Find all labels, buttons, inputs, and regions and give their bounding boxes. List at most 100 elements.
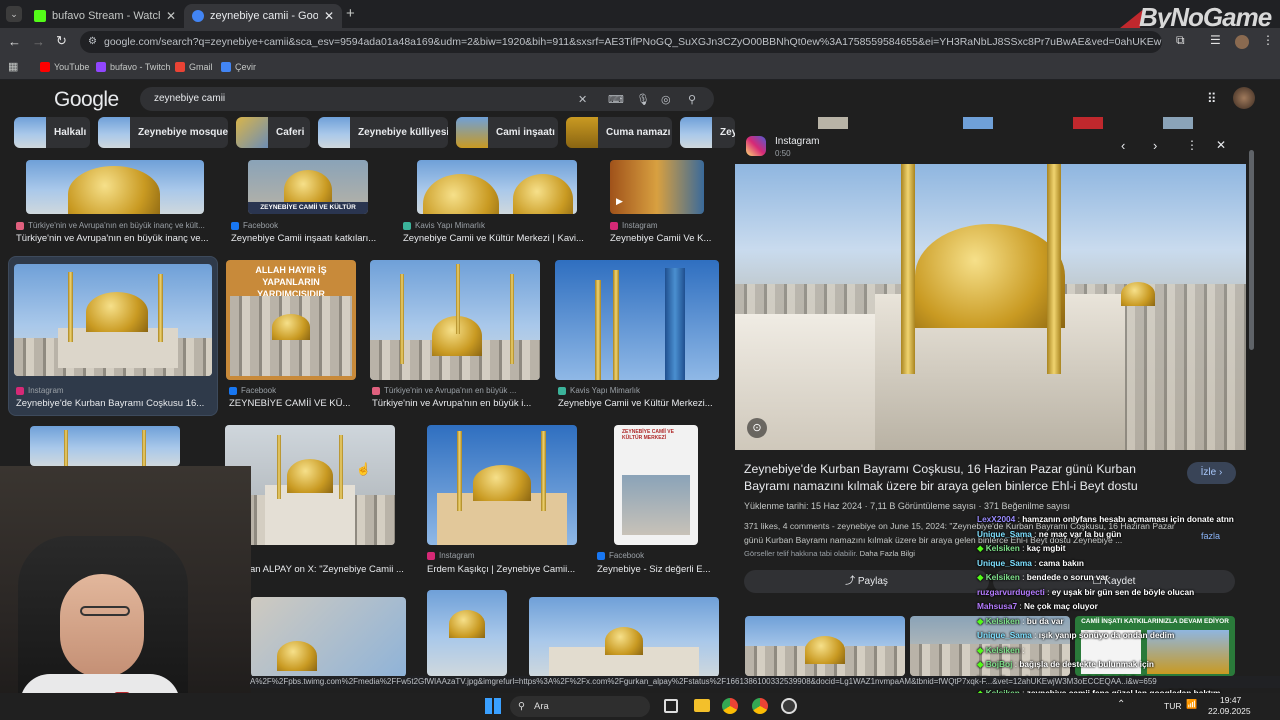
- chip-cami-insaati[interactable]: Cami inşaatı: [456, 117, 558, 148]
- chip-more[interactable]: Zey: [680, 117, 735, 148]
- lens-icon[interactable]: ◎: [661, 93, 671, 106]
- microphone-icon[interactable]: 🎙: [636, 93, 650, 106]
- panel-scrollbar[interactable]: [1249, 150, 1254, 350]
- chrome-icon[interactable]: [722, 698, 738, 714]
- chat-username[interactable]: Unique_Sama: [977, 630, 1032, 640]
- google-apps-icon[interactable]: ⠿: [1207, 91, 1217, 107]
- result-caption[interactable]: Zeynebiye'de Kurban Bayramı Coşkusu 16..…: [16, 398, 212, 409]
- result-image-15[interactable]: [529, 597, 719, 677]
- result-caption[interactable]: Zeynebiye - Siz değerli E...: [597, 564, 717, 575]
- forward-icon[interactable]: →: [32, 34, 45, 49]
- bookmark-youtube[interactable]: YouTube: [40, 62, 89, 72]
- keyboard-icon[interactable]: ⌨: [608, 93, 624, 106]
- bookmark-gmail[interactable]: Gmail: [175, 62, 213, 72]
- result-image-2[interactable]: ZEYNEBİYE CAMİİ VE KÜLTÜR MERKEZİ: [248, 160, 368, 214]
- tab-bufavo[interactable]: bufavo Stream - Watch Live on ✕: [26, 4, 184, 28]
- chat-username[interactable]: Unique_Sama: [977, 529, 1032, 539]
- wifi-icon[interactable]: 📶: [1186, 699, 1197, 710]
- account-avatar[interactable]: [1233, 87, 1255, 109]
- result-image-6[interactable]: ALLAH HAYIR İŞ YAPANLARIN YARDIMCISIDIR: [226, 260, 356, 380]
- previous-icon[interactable]: ‹: [1121, 138, 1125, 153]
- chat-username[interactable]: LexX2004: [977, 514, 1015, 524]
- close-tab-icon[interactable]: ✕: [324, 9, 334, 23]
- preview-image[interactable]: ⊙: [735, 164, 1246, 450]
- result-caption[interactable]: Erdem Kaşıkçı | Zeynebiye Camii...: [427, 564, 579, 575]
- learn-more-link[interactable]: Daha Fazla Bilgi: [860, 549, 915, 558]
- new-tab-icon[interactable]: +: [346, 5, 355, 22]
- chip-cuma-namazi[interactable]: Cuma namazı: [566, 117, 672, 148]
- result-caption[interactable]: Zeynebiye Camii inşaatı katkıları...: [231, 233, 381, 244]
- clock-time[interactable]: 19:47: [1220, 695, 1241, 705]
- media-icon[interactable]: ☰: [1210, 33, 1221, 47]
- result-caption[interactable]: Zeynebiye Camii ve Kültür Merkezi | Kavi…: [403, 233, 589, 244]
- back-icon[interactable]: ←: [8, 34, 21, 49]
- panel-source[interactable]: Instagram: [775, 136, 819, 147]
- result-image-14[interactable]: [427, 590, 507, 676]
- profile-avatar[interactable]: [1235, 35, 1249, 49]
- result-source: Instagram: [16, 386, 212, 395]
- tray-chevron-icon[interactable]: ⌃: [1117, 699, 1125, 710]
- result-image-11[interactable]: [427, 425, 577, 545]
- result-image-9[interactable]: [30, 426, 180, 466]
- more-link[interactable]: fazla: [1201, 531, 1220, 541]
- chat-username[interactable]: Kelsiken: [986, 572, 1020, 582]
- clock-date[interactable]: 22.09.2025: [1208, 706, 1251, 716]
- result-caption[interactable]: an ALPAY on X: "Zeynebiye Camii ...: [250, 564, 410, 575]
- result-image-1[interactable]: [26, 160, 204, 214]
- share-button[interactable]: ⤴ Paylaş: [744, 570, 989, 593]
- next-icon[interactable]: ›: [1153, 138, 1157, 153]
- chat-username[interactable]: Kelsiken: [986, 645, 1020, 655]
- clear-search-icon[interactable]: ✕: [578, 93, 587, 106]
- chip-caferi[interactable]: Caferi: [236, 117, 310, 148]
- close-tab-icon[interactable]: ✕: [166, 9, 176, 23]
- extensions-icon[interactable]: ⧉: [1176, 33, 1185, 48]
- close-panel-icon[interactable]: ✕: [1216, 138, 1226, 152]
- tab-google[interactable]: zeynebiye camii - Google'da Ara ✕: [184, 4, 342, 28]
- file-explorer-icon[interactable]: [694, 699, 710, 712]
- result-image-7[interactable]: [370, 260, 540, 380]
- obs-icon[interactable]: [781, 698, 797, 714]
- chat-message: ruzgarvurdugecti : ey uşak bir gün sen d…: [977, 587, 1194, 597]
- tab-search-icon[interactable]: ⌄: [6, 6, 22, 22]
- chip-halkali[interactable]: Halkalı: [14, 117, 90, 148]
- bookmark-twitch[interactable]: bufavo - Twitch: [96, 62, 170, 72]
- language-indicator[interactable]: TUR: [1164, 701, 1181, 711]
- result-image-8[interactable]: [555, 260, 719, 380]
- result-caption[interactable]: Türkiye'nin ve Avrupa'nın en büyük inanç…: [16, 233, 214, 244]
- chat-username[interactable]: Kelsiken: [986, 543, 1020, 553]
- result-image-12[interactable]: ZEYNEBİYE CAMİİ VE KÜLTÜR MERKEZİ: [614, 425, 698, 545]
- windows-start-icon[interactable]: [485, 698, 501, 714]
- result-image-13[interactable]: [251, 597, 406, 677]
- apps-icon[interactable]: ▦: [8, 60, 18, 73]
- site-info-icon[interactable]: ⚙: [88, 31, 97, 53]
- chip-zeynebiye-mosque[interactable]: Zeynebiye mosque: [98, 117, 228, 148]
- more-options-icon[interactable]: ⋮: [1186, 138, 1198, 152]
- result-image-3[interactable]: [417, 160, 577, 214]
- chat-username[interactable]: BojBoj: [986, 659, 1013, 669]
- result-caption[interactable]: ZEYNEBİYE CAMİİ VE KÜ...: [229, 398, 359, 409]
- task-view-icon[interactable]: [664, 699, 678, 713]
- lens-search-icon[interactable]: ⊙: [747, 418, 767, 438]
- search-icon[interactable]: ⚲: [688, 93, 696, 106]
- result-caption[interactable]: Zeynebiye Camii Ve K...: [610, 233, 714, 244]
- address-bar[interactable]: ⚙ google.com/search?q=zeynebiye+camii&sc…: [80, 31, 1162, 53]
- result-caption[interactable]: Zeynebiye Camii ve Kültür Merkezi...: [558, 398, 718, 409]
- chat-username[interactable]: Mahsusa7: [977, 601, 1017, 611]
- chrome-active-icon[interactable]: [752, 698, 768, 714]
- chat-username[interactable]: Kelsiken: [986, 616, 1020, 626]
- search-input[interactable]: zeynebiye camii: [140, 87, 714, 111]
- chip-zeynebiye-kulliyesi[interactable]: Zeynebiye külliyesi: [318, 117, 448, 148]
- panel-title[interactable]: Zeynebiye'de Kurban Bayramı Coşkusu, 16 …: [744, 461, 1184, 495]
- chat-username[interactable]: ruzgarvurdugecti: [977, 587, 1045, 597]
- chat-username[interactable]: Unique_Sama: [977, 558, 1032, 568]
- reload-icon[interactable]: ↻: [56, 33, 67, 49]
- browser-menu-icon[interactable]: ⋮: [1262, 33, 1274, 47]
- bookmark-translate[interactable]: Çevir: [221, 62, 256, 72]
- visit-button[interactable]: İzle ›: [1187, 462, 1236, 484]
- google-logo[interactable]: Google: [54, 88, 119, 112]
- result-image-4[interactable]: ▶: [610, 160, 704, 214]
- result-image-5[interactable]: [14, 264, 212, 376]
- related-image-1[interactable]: [745, 616, 905, 676]
- taskbar-search[interactable]: ⚲ Ara: [510, 696, 650, 717]
- result-caption[interactable]: Türkiye'nin ve Avrupa'nın en büyük i...: [372, 398, 538, 409]
